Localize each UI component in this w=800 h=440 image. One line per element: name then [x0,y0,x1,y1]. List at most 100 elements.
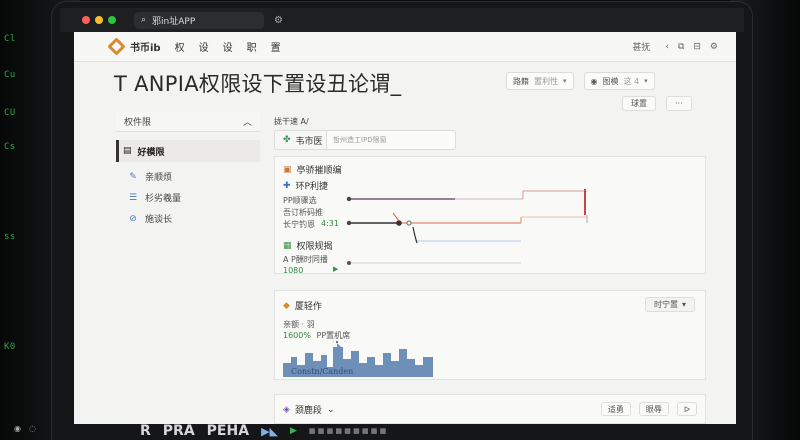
sidebar-item[interactable]: ✎ 亲顺烦 [116,170,260,184]
play-icon[interactable]: ▶ [333,265,338,273]
gear-icon[interactable]: ⚙ [710,42,718,52]
close-window-button[interactable] [82,16,90,24]
code-text: Cs [4,142,16,152]
stat-label: 亲额 · 羽 [283,320,315,329]
brand-name: 书币ib [130,43,161,54]
nav-right-label[interactable]: 甚抚 [632,40,650,53]
grid-icon: ▦ [283,240,292,251]
nav-menu: 权 设 设 职 置 [175,39,281,54]
section-title: ✚ 环P利捷 [283,179,328,193]
logo-icon [107,37,126,56]
chevron-down-icon: ▾ [681,300,686,309]
taskbar-item[interactable]: ▶◣ [261,425,278,438]
sidebar-item[interactable]: ⊘ 施谈长 [116,212,260,226]
section-title-text: 权限规揭 [296,242,333,252]
taskbar: R PRA PEHA ▶◣ ▶ ▦ ▦ ▦ ▦ ▦ ▦ ▦ ▦ ▦ [140,422,660,440]
sidebar-header-label: 权件限 [124,118,152,128]
list-icon: ☰ [128,192,138,203]
search-input[interactable]: 哲州造工IPD限窗 [326,130,456,150]
nav-item[interactable]: 设 [199,39,209,54]
copy-icon[interactable]: ⧉ [678,42,684,52]
taskbar-item[interactable]: PEHA [207,423,249,439]
user-icon: ◉ [590,76,598,86]
address-search-bar[interactable]: ⌕ 邪in址APP [134,11,264,29]
ellipsis-icon[interactable]: ‹ [665,42,669,52]
search-text: 邪in址APP [152,16,196,27]
row-value: 1080 [283,266,304,275]
select-value: 时宁置 [653,300,678,309]
filter-label: 图模 [602,76,619,86]
gear-icon[interactable]: ⚙ [274,15,283,26]
section-title-text: 环P利捷 [295,182,328,192]
window-controls [82,16,116,24]
cursor-arrow [392,212,400,222]
tray-icon[interactable]: ◉ [14,424,21,433]
sidebar-item[interactable]: ☰ 杉劣羲量 [116,191,260,205]
code-text: ss [4,232,16,242]
panel-title-text: 亭骄摧顺编 [296,166,342,176]
tab-active[interactable]: ✤ 韦市医 [274,130,332,150]
chevron-up-icon[interactable]: ︿ [243,115,252,128]
bottom-left-tray: ◉ ◌ [14,424,36,433]
calendar-icon: ▣ [283,164,292,175]
code-text: Cu [4,70,16,80]
nav-item[interactable]: 权 [175,39,185,54]
lock-icon[interactable]: ⊟ [693,42,701,52]
filter-label: 路籍 [513,76,529,86]
nav-right-tools: 甚抚 ‹ ⧉ ⊟ ⚙ [632,40,718,54]
timeline-panel: ▣ 亭骄摧顺编 ✚ 环P利捷 PP顺骤选 吾订析码推 长宁钓恩 4:31 ▦ 权… [274,156,706,275]
maximize-window-button[interactable] [108,16,116,24]
filter-view[interactable]: ◉ 图模 这 4 ▾ [583,72,655,90]
timeline-tracks [346,189,588,265]
breadcrumb: 拢干速 A/ [274,117,309,126]
skyline-caption: Constn/Canden [291,367,354,376]
row-label: A P酬时同播 [283,255,328,264]
top-navigation: 书币ib 权 设 设 职 置 甚抚 ‹ ⧉ ⊟ ⚙ [74,32,736,62]
stat-line: 1600% PP置机席 [283,330,350,341]
apply-button[interactable]: 球置 [622,96,656,111]
sidebar-item-label: 好模限 [137,147,165,158]
leaf-icon: ✤ [283,135,291,145]
row-value: 4:31 [321,219,339,228]
more-button[interactable]: ··· [666,96,692,111]
chevron-down-icon: ⌄ [326,404,335,415]
filter-placeholder: 这 4 [623,76,640,86]
sidebar-item-active[interactable]: ▤ 好模限 [116,140,260,162]
taskbar-item[interactable]: R [140,423,151,439]
taskbar-tray: ▦ ▦ ▦ ▦ ▦ ▦ ▦ ▦ ▦ [308,427,387,435]
nav-item[interactable]: 置 [271,39,281,54]
taskbar-item[interactable]: PRA [163,423,195,439]
panel-title: ◆ 厦轻作 [283,299,322,313]
tab-label: 韦市医 [295,136,323,147]
plus-icon: ✚ [283,180,291,191]
sidebar: 权件限 ︿ ▤ 好模限 ✎ 亲顺烦 ☰ 杉劣羲量 ⊘ 施谈长 [116,112,260,412]
panel-title-text: 厦轻作 [294,302,322,312]
sub-actions: 球置 ··· [622,96,692,111]
sidebar-item-label: 施谈长 [145,215,173,225]
nav-item[interactable]: 设 [223,39,233,54]
tool-button[interactable]: 适勇 [600,402,631,416]
sidebar-item-label: 亲顺烦 [145,173,173,183]
panel-title[interactable]: ◈ 颈鹿段 ⌄ [283,403,335,417]
tray-icon[interactable]: ◌ [29,424,36,433]
filter-placeholder: 置利性 [534,76,558,86]
panel-select[interactable]: 时宁置 ▾ [644,297,695,312]
tool-button[interactable]: 眼辱 [638,402,669,416]
code-text: K0 [4,342,16,352]
diamond-icon: ◆ [283,300,290,311]
stat-text: PP置机席 [316,331,351,340]
chevron-down-icon: ▾ [644,77,648,85]
panel-tools: 适勇 眼辱 ᐅ [600,402,697,416]
minimize-window-button[interactable] [95,16,103,24]
app-screen: 书币ib 权 设 设 职 置 甚抚 ‹ ⧉ ⊟ ⚙ T ANPIA权限设下置设丑… [74,32,736,424]
track-point [396,220,402,226]
stat-value: 1600% [283,331,311,340]
taskbar-item[interactable]: ▶ [290,426,297,436]
nav-item[interactable]: 职 [247,39,257,54]
filter-route[interactable]: 路籍 置利性 ▾ [506,72,574,90]
sidebar-header[interactable]: 权件限 ︿ [116,112,260,132]
code-text: Cl [4,34,16,44]
panel-title: ▣ 亭骄摧顺编 [283,163,342,177]
edit-icon: ✎ [129,171,137,182]
tool-button[interactable]: ᐅ [676,402,697,416]
